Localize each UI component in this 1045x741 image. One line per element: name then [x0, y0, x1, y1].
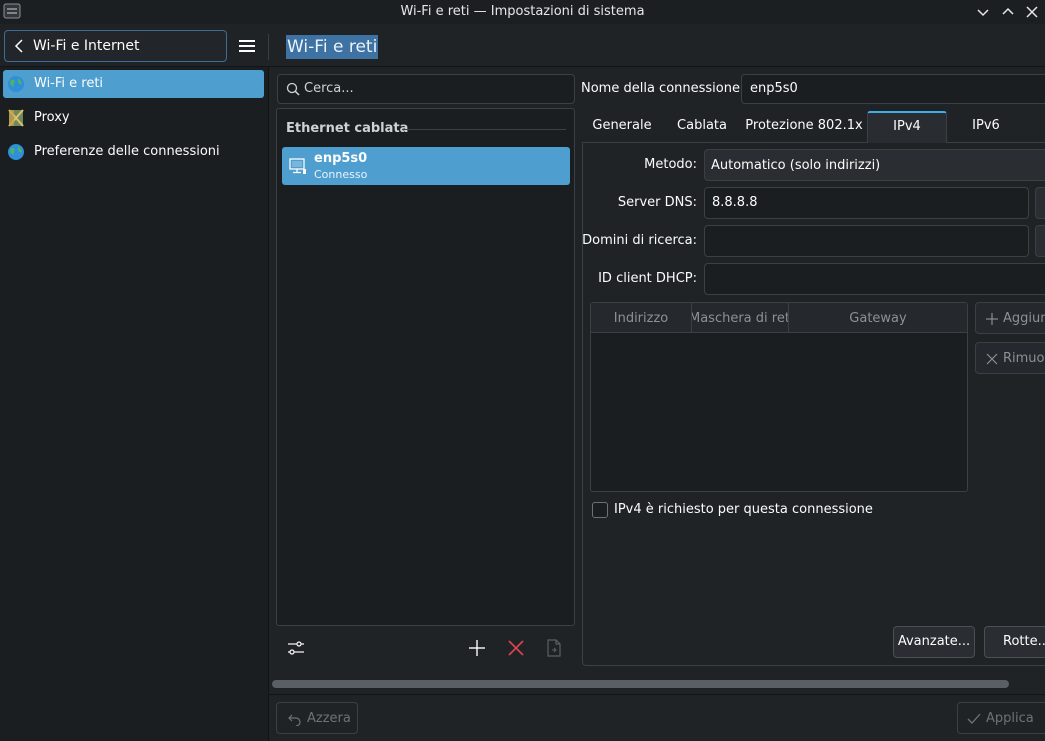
connection-group-label: Ethernet cablata: [286, 121, 409, 136]
column-header-netmask[interactable]: Maschera di rete: [692, 311, 788, 326]
connection-list: Ethernet cablata enp5s0 Connesso: [276, 108, 575, 626]
globe-icon: [7, 75, 25, 93]
tab-generale[interactable]: Generale: [582, 111, 662, 143]
search-input[interactable]: Cerca...: [277, 74, 575, 104]
connection-name-field[interactable]: enp5s0: [741, 74, 1045, 104]
sidebar-item-proxy[interactable]: Proxy: [3, 104, 264, 132]
wired-network-icon: [289, 157, 307, 175]
minimize-icon[interactable]: [974, 3, 992, 21]
connection-status: Connesso: [314, 168, 368, 181]
dns-edit-button[interactable]: [1035, 187, 1045, 219]
reset-label: Azzera: [307, 711, 351, 726]
title-bar: Wi-Fi e reti — Impostazioni di sistema: [0, 0, 1045, 24]
add-icon[interactable]: [466, 637, 488, 659]
ipv4-required-label[interactable]: IPv4 è richiesto per questa connessione: [614, 502, 873, 517]
apply-label: Applica: [986, 711, 1034, 726]
dhcp-id-field[interactable]: [704, 263, 1045, 295]
search-domains-field[interactable]: [704, 225, 1029, 257]
sidebar-border: [268, 67, 269, 741]
sidebar-item-label: Wi-Fi e reti: [34, 76, 104, 91]
remove-icon[interactable]: [505, 637, 527, 659]
column-header-address[interactable]: Indirizzo: [591, 311, 691, 326]
undo-icon: [288, 714, 301, 726]
scrollbar-thumb[interactable]: [272, 680, 1009, 688]
checkmark-icon: [967, 713, 981, 724]
maximize-icon[interactable]: [999, 3, 1017, 21]
dns-label: Server DNS:: [617, 195, 697, 210]
table-header: Indirizzo Maschera di rete Gateway: [591, 303, 967, 333]
sidebar-item-preferenze[interactable]: Preferenze delle connessioni: [3, 138, 264, 166]
sidebar-item-label: Proxy: [34, 110, 70, 125]
column-header-gateway[interactable]: Gateway: [789, 311, 967, 326]
sidebar-item-label: Preferenze delle connessioni: [34, 144, 220, 159]
dhcp-id-label: ID client DHCP:: [598, 271, 697, 286]
hamburger-menu-icon[interactable]: [234, 35, 260, 57]
chevron-left-icon: [13, 39, 25, 53]
close-icon[interactable]: [1023, 3, 1041, 21]
sidebar: Wi-Fi e reti Proxy Preferenze delle conn…: [0, 67, 268, 741]
add-address-button[interactable]: Aggiungi: [975, 302, 1045, 334]
method-label: Metodo:: [644, 157, 697, 172]
sidebar-item-wifi-reti[interactable]: Wi-Fi e reti: [3, 70, 264, 98]
connection-name-value: enp5s0: [750, 81, 798, 96]
method-select[interactable]: Automatico (solo indirizzi): [704, 149, 1045, 181]
advanced-button[interactable]: Avanzate...: [893, 626, 975, 658]
page-title: Wi-Fi e reti: [286, 35, 379, 59]
search-icon: [286, 82, 300, 96]
connection-name: enp5s0: [314, 151, 368, 166]
add-icon: [986, 313, 998, 325]
remove-icon: [986, 353, 998, 365]
window-title: Wi-Fi e reti — Impostazioni di sistema: [400, 4, 645, 19]
globe-icon: [7, 143, 25, 161]
search-domains-edit-button[interactable]: [1035, 225, 1045, 257]
ipv4-required-checkbox[interactable]: [592, 502, 608, 518]
remove-address-label: Rimuovi: [1003, 351, 1045, 366]
apply-button[interactable]: Applica: [957, 702, 1045, 734]
dns-field[interactable]: 8.8.8.8: [704, 187, 1029, 219]
tab-protezione[interactable]: Protezione 802.1x: [742, 111, 866, 143]
tab-bar: Generale Cablata Protezione 802.1x IPv4 …: [582, 111, 1045, 143]
export-icon[interactable]: [543, 637, 565, 659]
proxy-icon: [7, 109, 25, 127]
configure-icon[interactable]: [285, 637, 307, 659]
method-value: Automatico (solo indirizzi): [711, 158, 881, 173]
dns-value: 8.8.8.8: [712, 195, 758, 210]
remove-address-button[interactable]: Rimuovi: [975, 342, 1045, 374]
back-button[interactable]: Wi-Fi e Internet: [4, 30, 227, 62]
search-placeholder: Cerca...: [304, 81, 354, 96]
header-separator: [268, 34, 269, 60]
search-domains-label: Domini di ricerca:: [582, 233, 697, 248]
reset-button[interactable]: Azzera: [276, 702, 358, 734]
tab-ipv4[interactable]: IPv4: [867, 111, 947, 143]
back-button-label: Wi-Fi e Internet: [33, 38, 140, 54]
routes-button[interactable]: Rotte...: [984, 626, 1045, 658]
address-table[interactable]: Indirizzo Maschera di rete Gateway: [590, 302, 968, 492]
group-divider: [402, 129, 566, 130]
add-address-label: Aggiungi: [1003, 311, 1045, 326]
tab-cablata[interactable]: Cablata: [664, 111, 740, 143]
connection-name-label: Nome della connessione:: [581, 81, 745, 96]
tab-ipv6[interactable]: IPv6: [948, 111, 1024, 143]
footer-divider: [269, 694, 1045, 695]
